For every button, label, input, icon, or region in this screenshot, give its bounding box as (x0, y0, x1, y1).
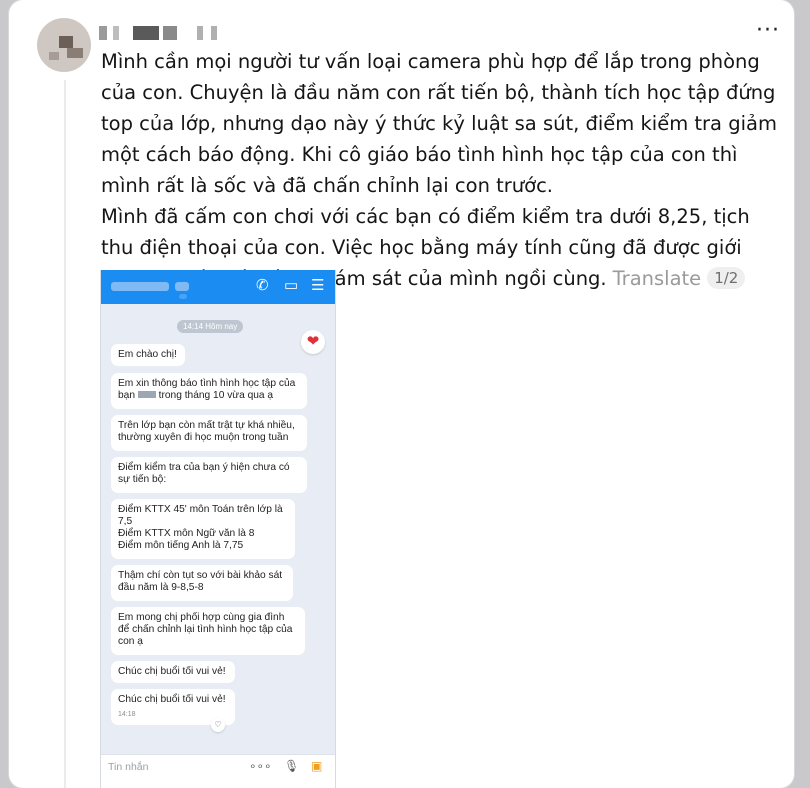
message-time: 14:18 (118, 711, 136, 718)
react-heart-icon[interactable]: ♡ (211, 718, 225, 732)
video-icon[interactable]: ▭ (284, 276, 298, 296)
more-options-icon[interactable]: ··· (756, 18, 780, 43)
chat-header: ✆ ▭ ☰ (101, 270, 335, 304)
chat-message[interactable]: Điểm kiểm tra của bạn ý hiện chưa có sự … (111, 457, 307, 493)
post-paragraph-1: Mình cần mọi người tư vấn loại camera ph… (101, 50, 777, 197)
mic-icon[interactable]: 🎙 (284, 759, 299, 773)
chat-message[interactable]: Chúc chị buổi tối vui vẻ! (111, 661, 235, 683)
post-body: Mình cần mọi người tư vấn loại camera ph… (101, 46, 781, 294)
page-indicator: 1/2 (707, 267, 746, 289)
phone-icon[interactable]: ✆ (256, 276, 269, 296)
username-redacted[interactable] (99, 22, 239, 42)
chat-message[interactable]: Em mong chị phối hợp cùng gia đình để ch… (111, 607, 305, 655)
thread-line (64, 80, 66, 788)
chat-message[interactable]: Em chào chị! (111, 344, 185, 366)
post-card: ··· Mình cần mọi người tư vấn loại camer… (9, 0, 794, 788)
chat-message[interactable]: Thậm chí còn tụt so với bài khảo sát đầu… (111, 565, 293, 601)
chat-input-bar: Tin nhắn ∘∘∘ 🎙 ▣ (101, 754, 335, 788)
translate-link[interactable]: Translate (613, 267, 702, 290)
chat-screenshot[interactable]: ✆ ▭ ☰ 14:14 Hôm nay ❤ Em chào chị! Em xi… (100, 270, 336, 788)
chat-message-text: Chúc chị buổi tối vui vẻ! (118, 694, 226, 705)
message-input[interactable]: Tin nhắn (108, 761, 148, 773)
chat-message[interactable]: Em xin thông báo tình hình học tập của b… (111, 373, 307, 409)
chat-message-text: trong tháng 10 vừa qua ạ (155, 390, 274, 401)
more-icon[interactable]: ∘∘∘ (249, 759, 272, 773)
chat-timestamp: 14:14 Hôm nay (177, 320, 244, 333)
avatar[interactable] (37, 18, 91, 72)
redacted-name (137, 391, 156, 398)
chat-message[interactable]: Điểm KTTX 45' môn Toán trên lớp là 7,5 Đ… (111, 499, 295, 559)
image-icon[interactable]: ▣ (311, 759, 322, 773)
chat-message[interactable]: Trên lớp bạn còn mất trật tự khá nhiều, … (111, 415, 307, 451)
list-icon[interactable]: ☰ (311, 276, 324, 296)
heart-reaction-icon[interactable]: ❤ (301, 330, 325, 354)
